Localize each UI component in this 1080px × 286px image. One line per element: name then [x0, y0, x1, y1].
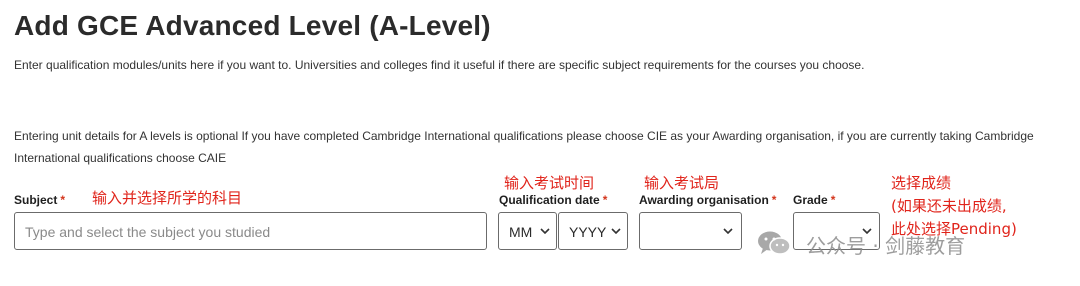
watermark-text: 公众号 · 剑藤教育 [806, 234, 966, 258]
subject-placeholder: Type and select the subject you studied [25, 224, 271, 240]
awarding-organisation-label: Awarding organisation * [639, 193, 776, 207]
qualification-date-label: Qualification date * [499, 193, 607, 207]
month-select-value: MM [509, 224, 533, 240]
subject-annotation: 输入并选择所学的科目 [92, 189, 243, 207]
grade-annotation-line-2: (如果还未出成绩, [891, 197, 1007, 215]
year-select-value: YYYY [569, 224, 607, 240]
qualification-date-annotation: 输入考试时间 [504, 174, 595, 192]
grade-label-text: Grade [793, 193, 828, 207]
subject-label: Subject * [14, 193, 65, 207]
required-marker: * [771, 193, 777, 207]
wechat-icon [758, 231, 791, 255]
year-select[interactable]: YYYY [558, 212, 628, 250]
awarding-organisation-annotation: 输入考试局 [644, 174, 720, 192]
grade-annotation-line-1: 选择成绩 [891, 174, 952, 192]
required-marker: * [60, 193, 66, 207]
chevron-down-icon [723, 228, 733, 234]
grade-label: Grade * [793, 193, 835, 207]
qualification-date-label-text: Qualification date [499, 193, 600, 207]
subject-label-text: Subject [14, 193, 58, 207]
required-marker: * [602, 193, 608, 207]
watermark: 公众号 · 剑藤教育 [756, 228, 1056, 258]
page-title: Add GCE Advanced Level (A-Level) [14, 10, 491, 41]
chevron-down-icon [540, 228, 550, 234]
page-subtitle: Enter qualification modules/units here i… [14, 58, 865, 72]
optional-note: Entering unit details for A levels is op… [14, 129, 1034, 165]
subject-input[interactable]: Type and select the subject you studied [14, 212, 487, 250]
required-marker: * [830, 193, 836, 207]
chevron-down-icon [611, 228, 621, 234]
month-select[interactable]: MM [498, 212, 557, 250]
awarding-organisation-select[interactable] [639, 212, 742, 250]
awarding-organisation-label-text: Awarding organisation [639, 193, 769, 207]
